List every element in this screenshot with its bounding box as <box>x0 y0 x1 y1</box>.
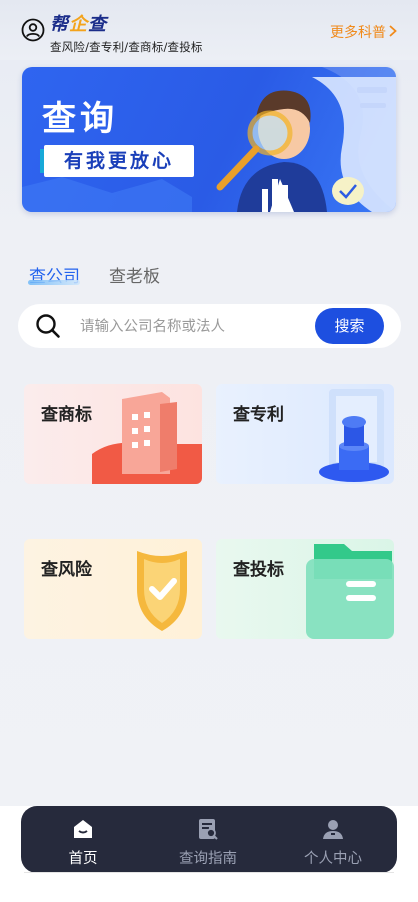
feature-card-risk[interactable]: 查风险 <box>24 539 202 639</box>
nav-label: 查询指南 <box>179 851 237 867</box>
feature-label: 查专利 <box>233 405 284 425</box>
promo-banner[interactable]: 查询 有我更放心 <box>22 67 396 212</box>
logo-char-1: 帮 <box>50 14 69 35</box>
feature-label: 查风险 <box>41 560 92 580</box>
bottom-navigation: 首页 查询指南 个人中心 <box>21 806 397 873</box>
shield-check-icon <box>137 551 187 631</box>
nav-label: 首页 <box>68 851 98 867</box>
banner-tagline: 有我更放心 <box>63 150 174 172</box>
feature-card-bidding[interactable]: 查投标 <box>216 539 394 639</box>
guide-icon <box>199 819 218 840</box>
search-bar: 搜索 <box>18 304 401 350</box>
tab-boss[interactable]: 查老板 <box>109 262 160 287</box>
nav-item-guide[interactable]: 查询指南 <box>158 806 258 873</box>
feature-label: 查商标 <box>41 405 92 425</box>
search-input[interactable] <box>78 304 312 350</box>
user-account-icon[interactable] <box>21 18 45 42</box>
active-tab-indicator <box>28 280 80 285</box>
divider-line <box>24 872 394 873</box>
building-icon <box>92 392 202 484</box>
person-icon <box>323 820 343 839</box>
nav-label: 个人中心 <box>304 851 362 867</box>
banner-title: 查询 <box>42 99 118 139</box>
banner-tagline-box: 有我更放心 <box>40 145 194 177</box>
chevron-right-icon[interactable] <box>388 24 398 38</box>
stamp-icon <box>319 389 389 482</box>
feature-card-patent[interactable]: 查专利 <box>216 384 394 484</box>
header: 帮企查 查风险/查专利/查商标/查投标 更多科普 <box>0 0 418 60</box>
search-icon <box>36 314 60 338</box>
app-subtitle: 查风险/查专利/查商标/查投标 <box>50 40 203 54</box>
app-logo: 帮企查 <box>50 10 107 36</box>
more-science-link[interactable]: 更多科普 <box>330 22 386 42</box>
nav-item-home[interactable]: 首页 <box>33 806 133 873</box>
app-screen: 帮企查 查风险/查专利/查商标/查投标 更多科普 查询 有我更放心 查公司 查老… <box>0 0 418 902</box>
search-button[interactable]: 搜索 <box>315 308 384 344</box>
nav-item-profile[interactable]: 个人中心 <box>283 806 383 873</box>
folder-icon <box>306 544 394 639</box>
feature-label: 查投标 <box>233 560 284 580</box>
home-icon <box>74 820 92 838</box>
feature-card-trademark[interactable]: 查商标 <box>24 384 202 484</box>
logo-char-2: 企 <box>69 14 88 35</box>
logo-char-3: 查 <box>88 14 107 35</box>
